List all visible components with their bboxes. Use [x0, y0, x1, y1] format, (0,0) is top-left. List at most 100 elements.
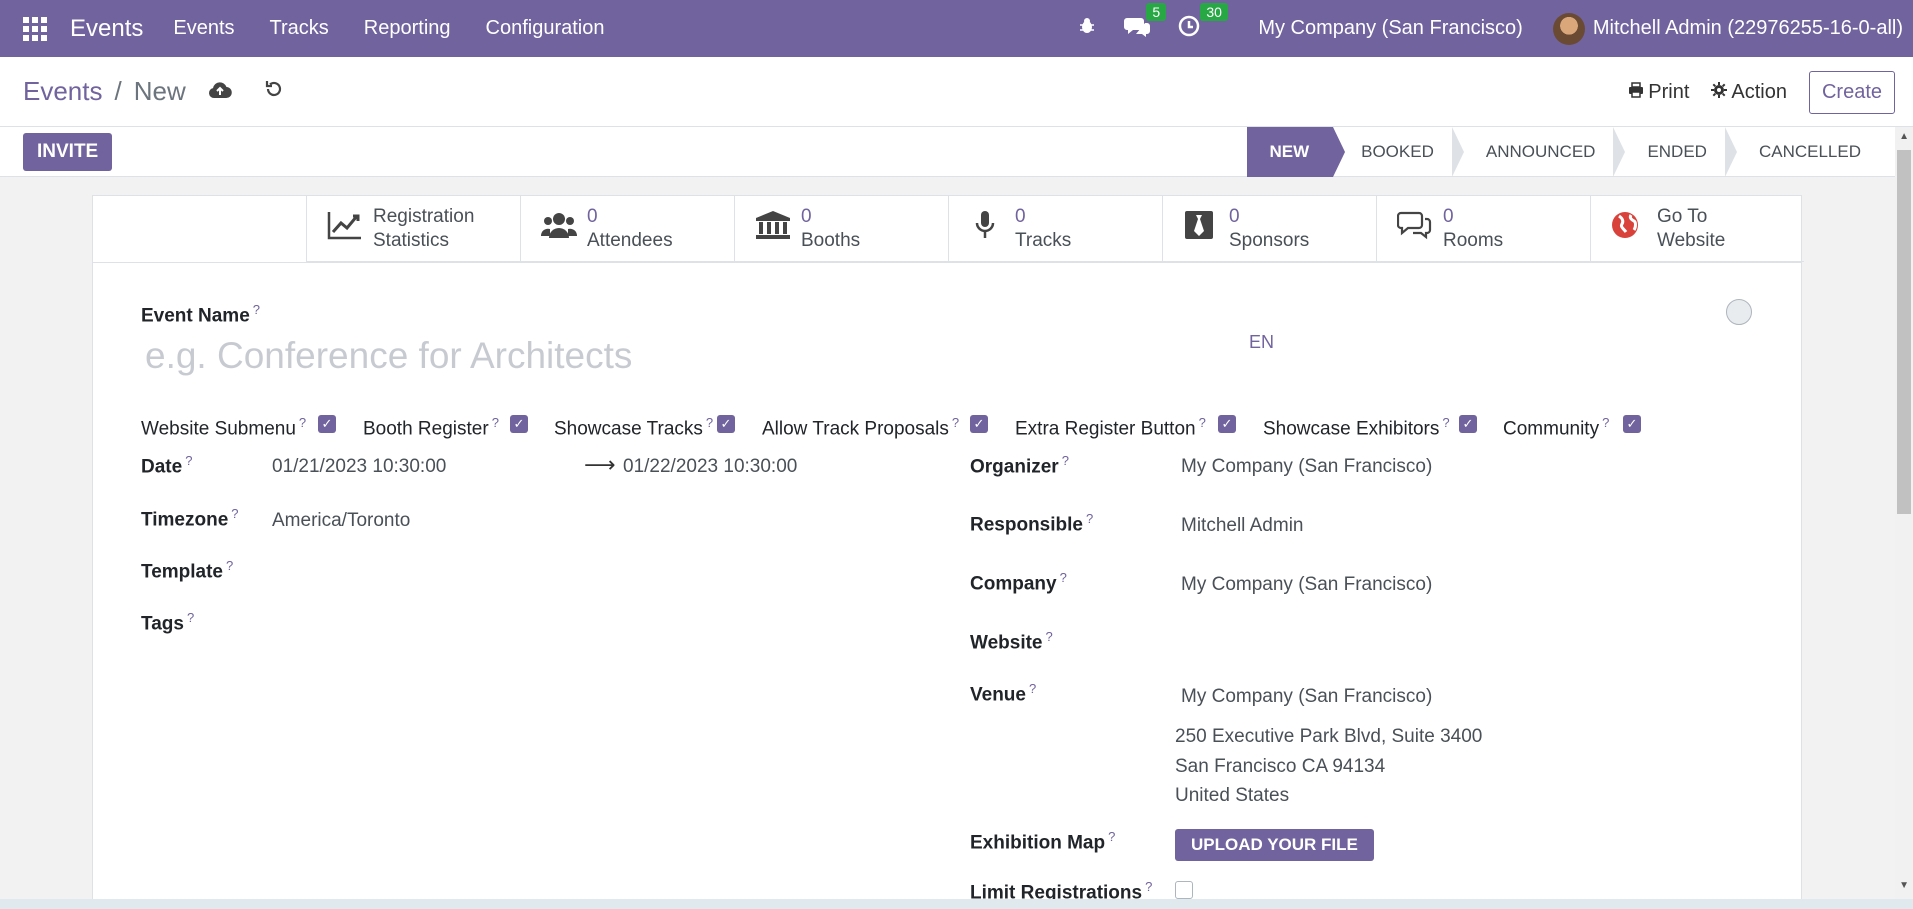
invite-button[interactable]: INVITE	[23, 133, 113, 171]
debug-bug-icon[interactable]	[1078, 17, 1096, 41]
checkbox-allow-track-proposals[interactable]: ✓	[970, 415, 988, 433]
date-end-field[interactable]: 01/22/2023 10:30:00	[623, 456, 797, 478]
scroll-up-arrow-icon[interactable]: ▲	[1899, 131, 1909, 142]
smart-button-tracks[interactable]: 0 Tracks	[948, 196, 1162, 262]
activities-button[interactable]: 30	[1178, 2, 1228, 43]
stage-cancelled[interactable]: CANCELLED	[1731, 127, 1885, 177]
menu-item-reporting[interactable]: Reporting	[364, 17, 451, 40]
smart-button-attendees[interactable]: 0 Attendees	[520, 196, 734, 262]
date-label: Date?	[141, 453, 193, 478]
checkbox-label-showcase-tracks: Showcase Tracks?	[554, 415, 714, 440]
bottom-strip	[0, 899, 1913, 909]
smart-buttons-divider	[93, 262, 1801, 263]
tracks-count: 0	[1015, 206, 1026, 227]
menu-item-configuration[interactable]: Configuration	[486, 17, 605, 40]
template-label: Template?	[141, 558, 234, 583]
activities-count-badge: 30	[1200, 2, 1228, 21]
attendees-count: 0	[587, 206, 598, 227]
smart-button-sponsors[interactable]: 0 Sponsors	[1162, 196, 1376, 262]
stage-announced[interactable]: ANNOUNCED	[1458, 127, 1625, 177]
breadcrumb-separator: /	[114, 76, 122, 106]
responsible-field[interactable]: Mitchell Admin	[1181, 515, 1304, 537]
organizer-field[interactable]: My Company (San Francisco)	[1181, 456, 1432, 478]
breadcrumb: Events / New	[23, 76, 284, 107]
action-label: Action	[1731, 81, 1787, 103]
chat-icon	[1124, 17, 1151, 42]
scrollbar-thumb[interactable]	[1897, 150, 1911, 514]
apps-menu-button[interactable]	[0, 0, 70, 57]
attendees-label: Attendees	[587, 230, 673, 251]
company-field[interactable]: My Company (San Francisco)	[1181, 574, 1432, 596]
stage-new[interactable]: NEW	[1247, 127, 1345, 177]
clock-icon	[1178, 15, 1200, 42]
menu-item-events[interactable]: Events	[173, 17, 234, 40]
website-line2: Website	[1657, 230, 1726, 251]
chart-line-icon	[327, 210, 373, 248]
print-button[interactable]: Print	[1628, 81, 1689, 104]
venue-address-line1: 250 Executive Park Blvd, Suite 3400	[1175, 726, 1483, 747]
create-button[interactable]: Create	[1808, 71, 1895, 114]
microphone-icon	[969, 210, 1015, 248]
tags-label: Tags?	[141, 610, 195, 635]
checkbox-extra-register-button[interactable]: ✓	[1218, 415, 1236, 433]
kanban-state-indicator[interactable]	[1726, 299, 1752, 325]
smart-button-go-to-website[interactable]: Go To Website	[1590, 196, 1804, 262]
venue-address-line2: San Francisco CA 94134	[1175, 756, 1386, 777]
breadcrumb-current: New	[133, 76, 186, 106]
sponsors-label: Sponsors	[1229, 230, 1310, 251]
smart-button-registration-statistics[interactable]: Registration Statistics	[306, 196, 520, 262]
checkbox-website-submenu[interactable]: ✓	[318, 415, 336, 433]
checkbox-showcase-exhibitors[interactable]: ✓	[1459, 415, 1477, 433]
date-start-field[interactable]: 01/21/2023 10:30:00	[272, 456, 446, 478]
rooms-count: 0	[1443, 206, 1454, 227]
venue-label: Venue?	[970, 681, 1037, 706]
checkbox-showcase-tracks[interactable]: ✓	[717, 415, 735, 433]
sponsor-tie-icon	[1183, 210, 1229, 248]
breadcrumb-parent[interactable]: Events	[23, 76, 103, 107]
timezone-label: Timezone?	[141, 506, 239, 531]
timezone-field[interactable]: America/Toronto	[272, 510, 410, 532]
checkbox-community[interactable]: ✓	[1623, 415, 1641, 433]
date-range-arrow-icon: ⟶	[584, 452, 616, 477]
exhibition-map-label: Exhibition Map?	[970, 829, 1116, 854]
event-name-label: Event Name?	[141, 302, 261, 327]
responsible-label: Responsible?	[970, 511, 1094, 536]
top-navbar: Events Events Tracks Reporting Configura…	[0, 0, 1913, 57]
limit-registrations-checkbox[interactable]	[1175, 881, 1193, 899]
form-sheet: Registration Statistics 0 Attendees 0 Booth…	[92, 195, 1804, 909]
save-cloud-icon[interactable]	[208, 79, 232, 105]
venue-field[interactable]: My Company (San Francisco)	[1181, 686, 1432, 708]
smart-button-line1: Registration	[373, 206, 475, 227]
smart-button-line2: Statistics	[373, 230, 450, 251]
app-brand[interactable]: Events	[70, 15, 143, 43]
stage-booked[interactable]: BOOKED	[1333, 127, 1464, 177]
scroll-down-arrow-icon[interactable]: ▼	[1899, 880, 1909, 891]
company-switcher[interactable]: My Company (San Francisco)	[1258, 17, 1523, 40]
printer-icon	[1628, 81, 1644, 104]
checkbox-label-extra-register-button: Extra Register Button?	[1015, 415, 1206, 440]
messages-button[interactable]: 5	[1124, 2, 1167, 43]
event-name-input[interactable]: e.g. Conference for Architects	[145, 335, 632, 377]
stage-ended[interactable]: ENDED	[1619, 127, 1737, 177]
smart-button-booths[interactable]: 0 Booths	[734, 196, 948, 262]
rooms-label: Rooms	[1443, 230, 1504, 251]
globe-icon	[1611, 210, 1657, 248]
checkbox-booth-register[interactable]: ✓	[510, 415, 528, 433]
smart-button-rooms[interactable]: 0 Rooms	[1376, 196, 1590, 262]
website-label: Website?	[970, 629, 1053, 654]
apps-grid-icon	[23, 16, 47, 41]
upload-file-button[interactable]: UPLOAD YOUR FILE	[1175, 829, 1374, 861]
action-button[interactable]: Action	[1711, 81, 1787, 104]
comments-icon	[1396, 210, 1443, 248]
language-toggle[interactable]: EN	[1249, 332, 1274, 353]
gear-icon	[1711, 81, 1728, 104]
user-menu[interactable]: Mitchell Admin (22976255-16-0-all)	[1593, 17, 1903, 40]
checkbox-label-website-submenu: Website Submenu?	[141, 415, 307, 440]
form-statusbar: INVITE NEW BOOKED ANNOUNCED ENDED CANCEL…	[0, 127, 1895, 177]
avatar[interactable]	[1552, 12, 1585, 45]
discard-undo-icon[interactable]	[264, 79, 284, 105]
booths-count: 0	[801, 206, 812, 227]
sponsors-count: 0	[1229, 206, 1240, 227]
menu-item-tracks[interactable]: Tracks	[270, 17, 329, 40]
bank-icon	[755, 210, 801, 248]
